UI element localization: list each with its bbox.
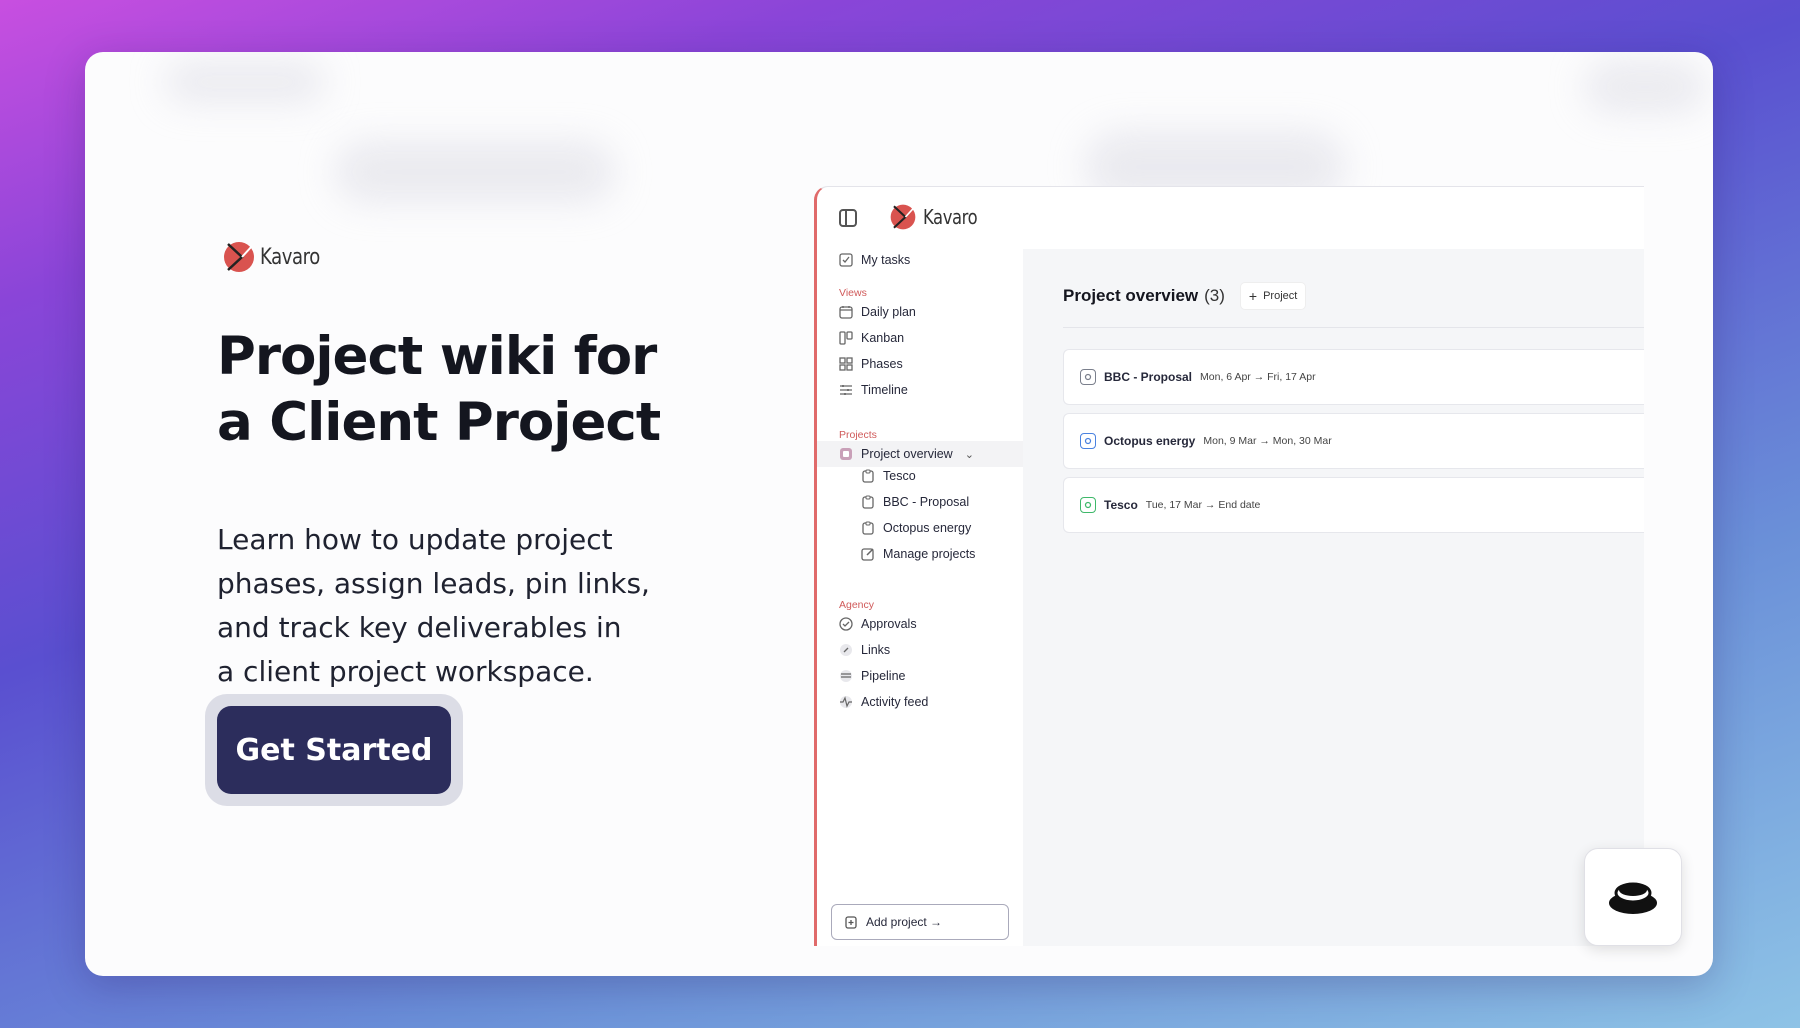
page-title: Project overview <box>1063 286 1199 305</box>
project-dates: Tue, 17 Mar → End date <box>1145 499 1261 511</box>
sidebar-item-label: BBC - Proposal <box>883 495 970 509</box>
sidebar-item-approvals[interactable]: Approvals <box>839 617 917 631</box>
hero-subtitle-line: Learn how to update project <box>217 523 613 556</box>
grid-icon <box>839 357 853 371</box>
sidebar-item-label: Octopus energy <box>883 521 972 535</box>
clipboard-icon <box>861 495 875 509</box>
blurred-decoration <box>335 142 615 202</box>
blurred-decoration <box>165 62 325 102</box>
kavaro-logo-icon <box>224 242 254 272</box>
sidebar-item-phases[interactable]: Phases <box>839 357 903 371</box>
app-window: Kavaro My tasks Views Daily plan Kanban … <box>814 186 1644 946</box>
sidebar-item-label: My tasks <box>861 253 911 267</box>
main-content: Project overview (3) + Project BBC - Pro… <box>1023 249 1644 946</box>
clipboard-icon <box>861 469 875 483</box>
blurred-decoration <box>1585 62 1705 112</box>
hero-title-line: a Client Project <box>217 392 661 453</box>
hero-title: Project wiki for a Client Project <box>217 324 777 456</box>
edit-icon <box>861 547 875 561</box>
widget-icon <box>1609 882 1657 914</box>
project-dates: Mon, 9 Mar → Mon, 30 Mar <box>1203 435 1332 447</box>
app-brand-name: Kavaro <box>923 205 978 229</box>
brand-name: Kavaro <box>260 244 320 270</box>
app-brand: Kavaro <box>889 203 989 231</box>
brand-logo: Kavaro <box>222 240 333 274</box>
calendar-icon <box>839 305 853 319</box>
sidebar-item-kanban[interactable]: Kanban <box>839 331 904 345</box>
link-icon <box>839 643 853 657</box>
project-dates: Mon, 6 Apr → Fri, 17 Apr <box>1200 371 1316 383</box>
pipeline-icon <box>839 669 853 683</box>
sidebar-item-label: Pipeline <box>861 669 906 683</box>
project-row-octopus-energy[interactable]: Octopus energy Mon, 9 Mar → Mon, 30 Mar <box>1063 413 1644 469</box>
kavaro-logo-icon <box>890 204 916 230</box>
project-icon <box>1080 433 1096 449</box>
sidebar-item-tesco[interactable]: Tesco <box>861 469 916 483</box>
sidebar-item-project-overview[interactable]: Project overview ⌄ <box>817 441 1023 467</box>
section-label-projects: Projects <box>839 429 877 441</box>
sidebar-item-label: Links <box>861 643 891 657</box>
kanban-icon <box>839 331 853 345</box>
sidebar-item-label: Phases <box>861 357 903 371</box>
project-name: BBC - Proposal <box>1104 370 1193 384</box>
sidebar-item-octopus-energy[interactable]: Octopus energy <box>861 521 971 535</box>
app-header: Kavaro <box>817 187 1644 249</box>
clipboard-icon <box>861 521 875 535</box>
project-row-tesco[interactable]: Tesco Tue, 17 Mar → End date <box>1063 477 1644 533</box>
sidebar-item-manage-projects[interactable]: Manage projects <box>861 547 975 561</box>
sidebar-item-label: Daily plan <box>861 305 916 319</box>
sidebar: My tasks Views Daily plan Kanban Phases … <box>817 249 1023 946</box>
sidebar-item-bbc-proposal[interactable]: BBC - Proposal <box>861 495 969 509</box>
chevron-down-icon[interactable]: ⌄ <box>965 448 974 461</box>
sidebar-item-links[interactable]: Links <box>839 643 890 657</box>
sidebar-item-pipeline[interactable]: Pipeline <box>839 669 905 683</box>
sidebar-item-label: Kanban <box>861 331 905 345</box>
hero-subtitle-line: phases, assign leads, pin links, <box>217 567 650 600</box>
sidebar-item-activity-feed[interactable]: Activity feed <box>839 695 928 709</box>
section-label-views: Views <box>839 287 867 299</box>
project-icon <box>1080 369 1096 385</box>
sidebar-item-label: Project overview <box>861 447 953 461</box>
sidebar-toggle-icon[interactable] <box>839 209 857 227</box>
hero-title-line: Project wiki for <box>217 326 657 387</box>
add-clipboard-icon <box>844 915 858 929</box>
sidebar-item-label: Manage projects <box>883 547 976 561</box>
activity-icon <box>839 695 853 709</box>
divider <box>1063 327 1644 328</box>
sidebar-item-label: Timeline <box>861 383 908 397</box>
checkbox-icon <box>839 253 853 267</box>
project-icon <box>1080 497 1096 513</box>
add-project-small-button[interactable]: + Project <box>1240 283 1306 309</box>
sidebar-item-label: Tesco <box>883 469 916 483</box>
sidebar-item-timeline[interactable]: Timeline <box>839 383 908 397</box>
add-project-small-label: Project <box>1263 290 1298 302</box>
sidebar-item-label: Approvals <box>861 617 917 631</box>
hero-subtitle-line: a client project workspace. <box>217 655 594 688</box>
overview-header: Project overview (3) + Project <box>1063 283 1306 309</box>
project-row-bbc-proposal[interactable]: BBC - Proposal Mon, 6 Apr → Fri, 17 Apr <box>1063 349 1644 405</box>
project-count: (3) <box>1204 286 1225 305</box>
floating-widget-button[interactable] <box>1584 848 1682 946</box>
check-circle-icon <box>839 617 853 631</box>
sidebar-item-daily-plan[interactable]: Daily plan <box>839 305 916 319</box>
project-name: Tesco <box>1104 498 1138 512</box>
timeline-icon <box>839 383 853 397</box>
sidebar-item-label: Activity feed <box>861 695 929 709</box>
project-name: Octopus energy <box>1104 434 1196 448</box>
add-project-label: Add project → <box>866 915 943 929</box>
plus-icon: + <box>1248 288 1258 304</box>
hero-subtitle: Learn how to update project phases, assi… <box>217 518 687 694</box>
add-project-button[interactable]: Add project → <box>831 904 1009 940</box>
project-overview-icon <box>839 447 853 461</box>
section-label-agency: Agency <box>839 599 875 611</box>
sidebar-item-my-tasks[interactable]: My tasks <box>839 253 910 267</box>
hero-subtitle-line: and track key deliverables in <box>217 611 622 644</box>
get-started-button[interactable]: Get Started <box>217 706 451 794</box>
